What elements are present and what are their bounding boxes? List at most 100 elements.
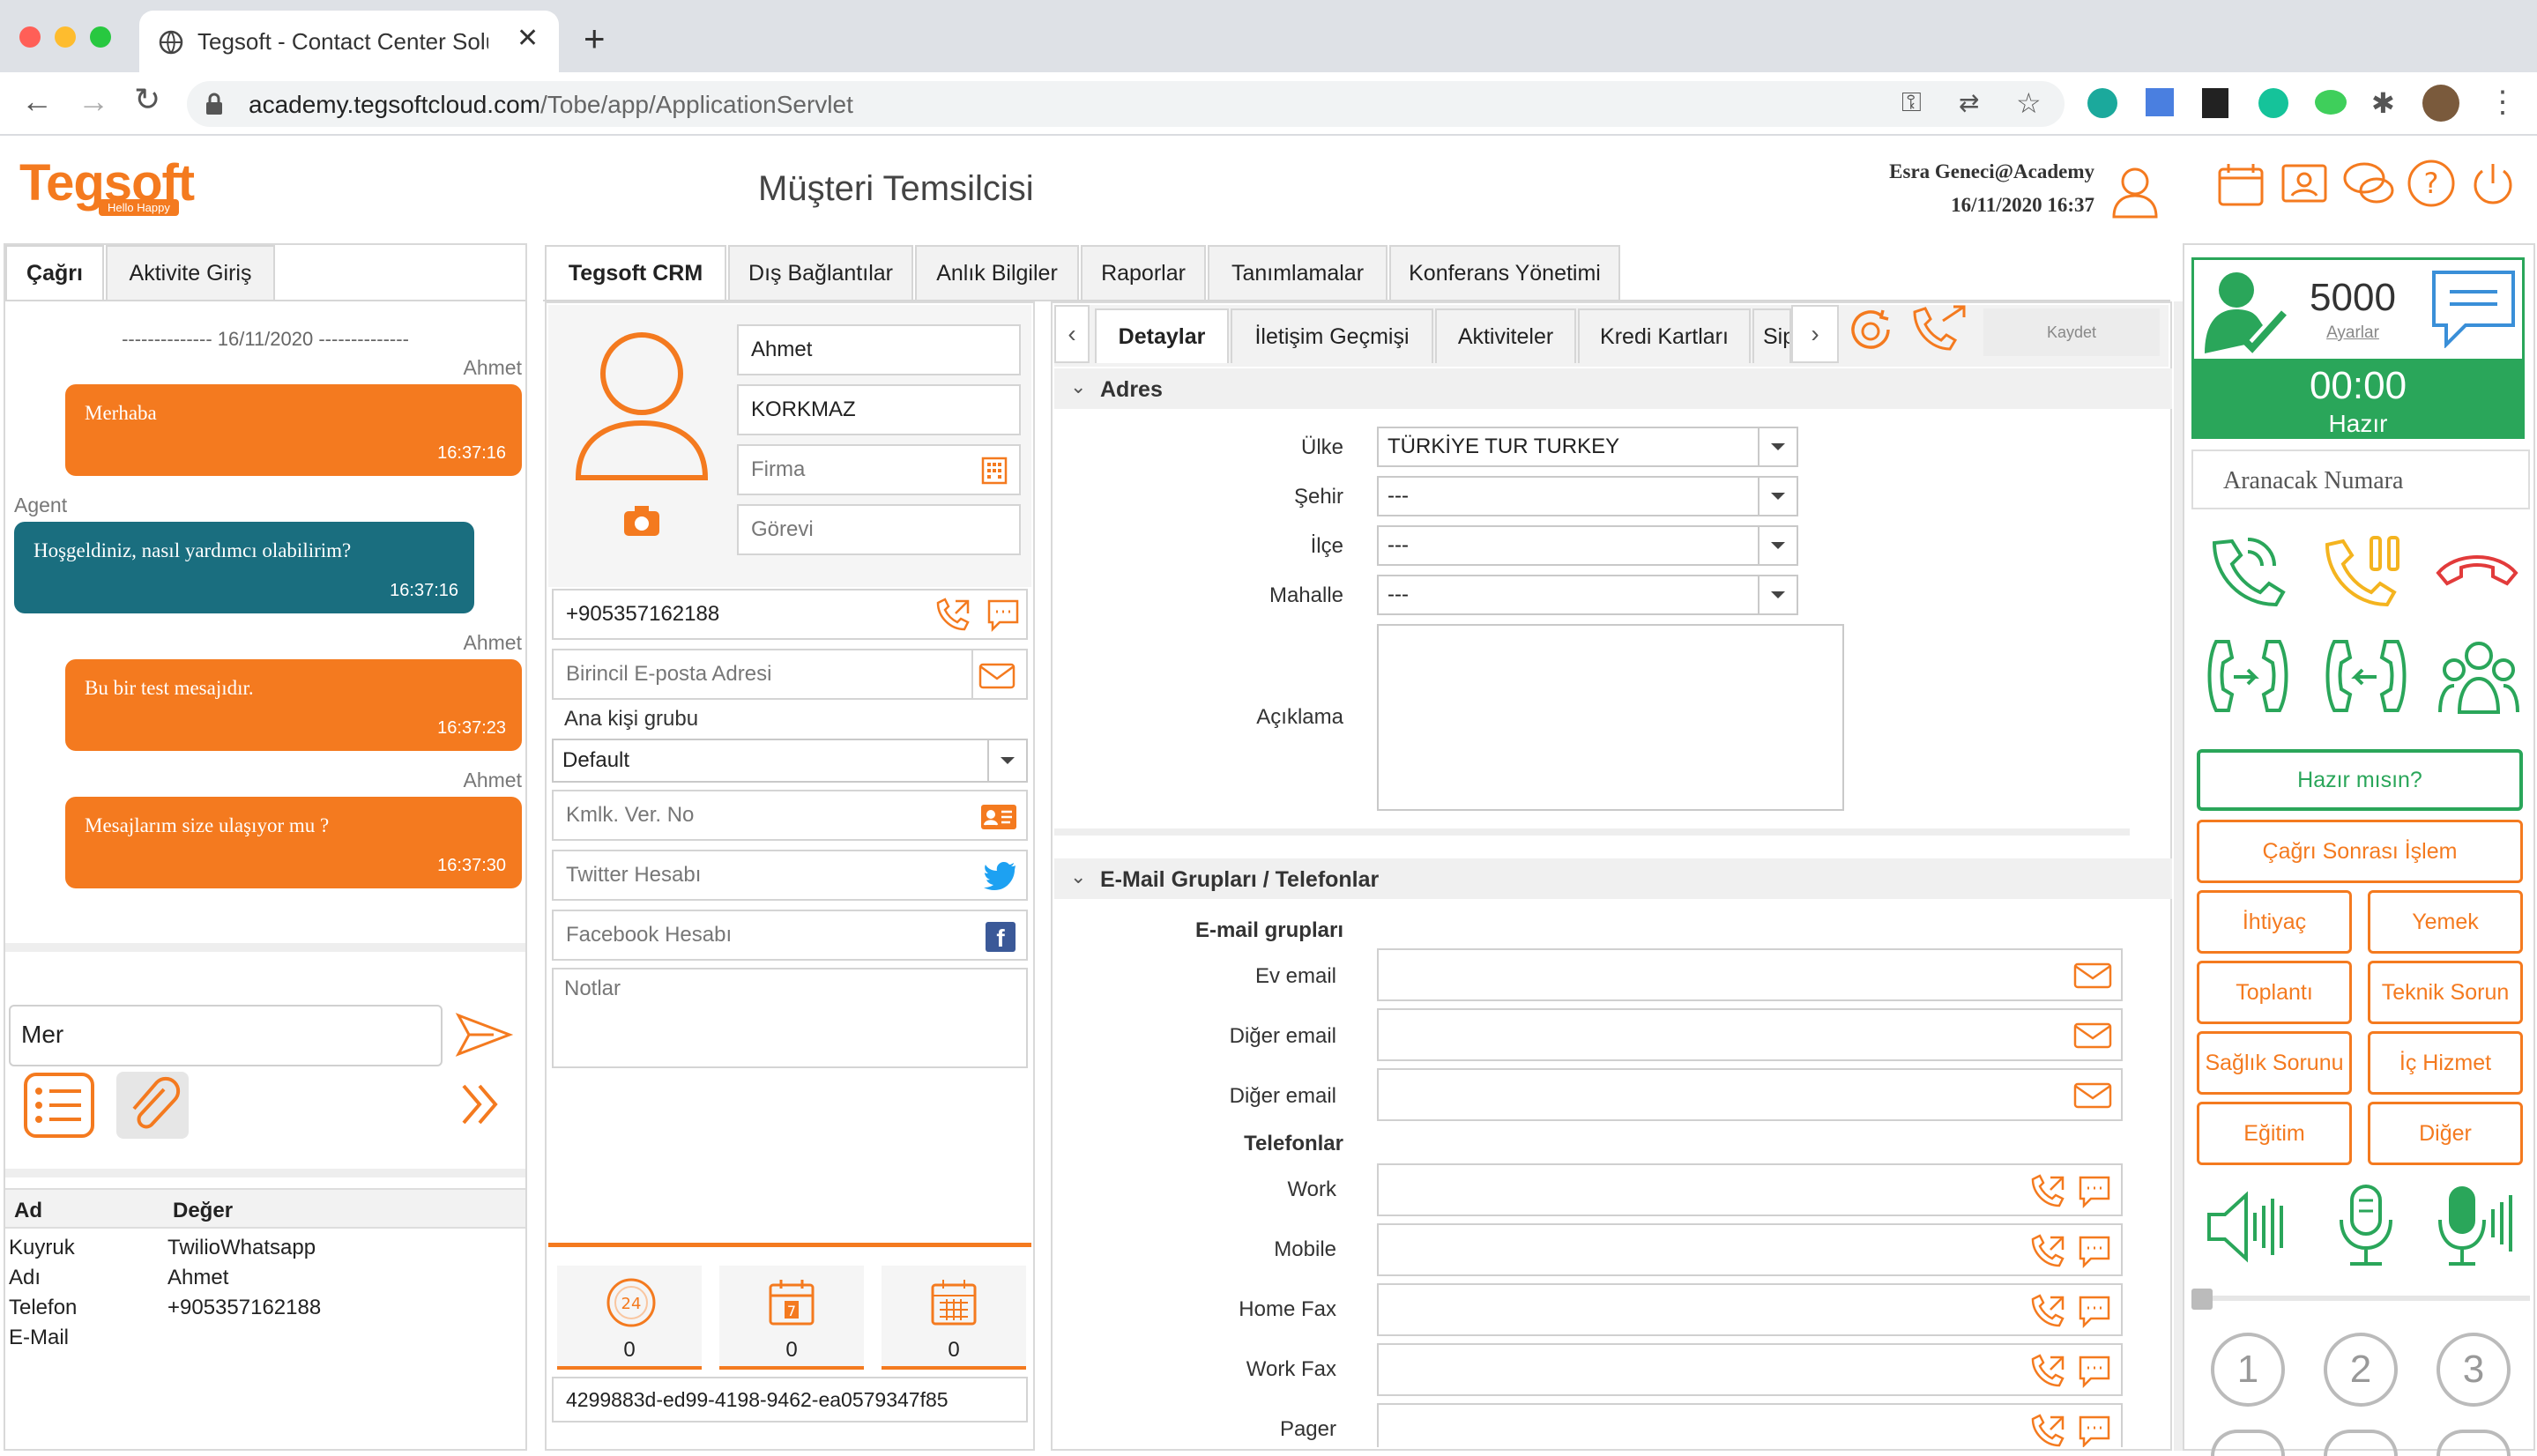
reload-icon[interactable]: ↻ (134, 81, 160, 118)
call-icon[interactable] (2027, 1414, 2066, 1447)
facebook-icon[interactable]: f (986, 922, 1016, 952)
counter-week[interactable]: 7 0 (719, 1266, 864, 1370)
url-bar[interactable]: academy.tegsoftcloud.com/Tobe/app/Applic… (187, 81, 2065, 127)
bookmark-star-icon[interactable]: ☆ (2016, 86, 2042, 120)
collapse-chevron-icon[interactable]: ⌄ (1070, 375, 1086, 398)
id-number-field[interactable]: Kmlk. Ver. No (552, 790, 1028, 841)
reason-diger-button[interactable]: Diğer (2368, 1102, 2523, 1165)
call-outgoing-icon[interactable] (1908, 303, 1969, 356)
facebook-field[interactable]: Facebook Hesabı f (552, 910, 1028, 961)
transfer-left-icon[interactable] (2204, 636, 2288, 716)
email-input[interactable] (1377, 1068, 2123, 1121)
address-section-header[interactable]: ⌄ Adres (1054, 368, 2172, 409)
key-icon[interactable]: ⚿ (1901, 88, 1922, 118)
person-avatar-icon[interactable] (573, 323, 711, 481)
power-icon[interactable] (2466, 157, 2519, 210)
maximize-window-button[interactable] (90, 26, 111, 48)
forward-icon[interactable]: → (78, 83, 109, 120)
refresh-icon[interactable] (1846, 307, 1899, 354)
counter-month[interactable]: 0 (882, 1266, 1026, 1370)
volume-slider-thumb[interactable] (2191, 1289, 2213, 1310)
phone-input[interactable] (1377, 1343, 2123, 1396)
tab-detaylar[interactable]: Detaylar (1095, 308, 1229, 363)
attachment-button[interactable] (116, 1072, 189, 1139)
tab-scroll-left-icon[interactable]: ‹ (1054, 305, 1090, 363)
double-chevron-icon[interactable] (458, 1081, 502, 1128)
email-section-header[interactable]: ⌄ E-Mail Grupları / Telefonlar (1054, 858, 2172, 899)
dial-number-input[interactable]: Aranacak Numara (2191, 449, 2530, 509)
reason-teknik-sorun-button[interactable]: Teknik Sorun (2368, 961, 2523, 1024)
extension-dark-icon[interactable] (2202, 88, 2228, 118)
tab-raporlar[interactable]: Raporlar (1081, 245, 1206, 300)
country-select[interactable]: TÜRKİYE TUR TURKEY (1377, 427, 1798, 467)
hangup-call-icon[interactable] (2433, 546, 2521, 589)
call-icon[interactable] (2027, 1354, 2066, 1389)
call-icon[interactable] (933, 598, 971, 633)
chat-bubbles-icon[interactable] (2341, 157, 2396, 210)
volume-slider[interactable] (2191, 1296, 2530, 1301)
extension-eye-icon[interactable] (2315, 90, 2347, 115)
resize-handle[interactable] (5, 943, 525, 952)
counter-24h[interactable]: 24 0 (557, 1266, 702, 1370)
tab-siparisler[interactable]: Sip (1752, 308, 1791, 363)
keypad-1[interactable]: 1 (2211, 1333, 2285, 1407)
chat-message-icon[interactable] (2430, 269, 2517, 348)
district-select[interactable]: --- (1377, 525, 1798, 566)
call-icon[interactable] (2027, 1174, 2066, 1209)
extension-translate-icon[interactable] (2146, 88, 2174, 116)
tab-cagri[interactable]: Çağrı (5, 245, 104, 300)
translate-icon[interactable]: ⇄ (1959, 88, 1979, 117)
call-icon[interactable] (2027, 1234, 2066, 1269)
position-field[interactable]: Görevi (737, 504, 1021, 555)
sms-icon[interactable] (2077, 1354, 2112, 1389)
tab-anlik-bilgiler[interactable]: Anlık Bilgiler (915, 245, 1079, 300)
keypad-2[interactable]: 2 (2324, 1333, 2398, 1407)
sms-icon[interactable] (2077, 1174, 2112, 1209)
chat-message-input[interactable]: Mer (9, 1005, 443, 1066)
reason-yemek-button[interactable]: Yemek (2368, 890, 2523, 954)
call-icon[interactable] (2027, 1294, 2066, 1329)
mail-icon[interactable] (2073, 1081, 2112, 1111)
mail-icon[interactable] (2073, 961, 2112, 991)
mail-icon[interactable] (978, 659, 1016, 691)
extensions-puzzle-icon[interactable]: ✱ (2371, 86, 2395, 120)
browser-tab[interactable]: Tegsoft - Contact Center Soluti ✕ (139, 11, 559, 72)
resize-handle[interactable] (5, 1169, 525, 1177)
phone-input[interactable] (1377, 1223, 2123, 1276)
phone-input[interactable] (1377, 1403, 2123, 1447)
minimize-window-button[interactable] (55, 26, 76, 48)
tab-tegsoft-crm[interactable]: Tegsoft CRM (545, 245, 726, 300)
sms-icon[interactable] (986, 598, 1021, 633)
extension-m-icon[interactable] (2087, 88, 2117, 118)
camera-icon[interactable] (622, 504, 661, 538)
profile-card-icon[interactable] (2278, 157, 2331, 210)
last-name-field[interactable]: KORKMAZ (737, 384, 1021, 435)
profile-avatar[interactable] (2422, 85, 2459, 122)
phone-input[interactable] (1377, 1283, 2123, 1336)
group-select[interactable]: Default (552, 739, 1028, 783)
email-field[interactable]: Birincil E-posta Adresi (552, 649, 1028, 700)
after-call-button[interactable]: Çağrı Sonrası İşlem (2197, 820, 2523, 883)
city-select[interactable]: --- (1377, 476, 1798, 516)
mail-icon[interactable] (2073, 1021, 2112, 1051)
answer-call-icon[interactable] (2204, 532, 2288, 613)
back-icon[interactable]: ← (21, 83, 53, 120)
browser-menu-icon[interactable]: ⋮ (2488, 85, 2518, 120)
notes-textarea[interactable]: Notlar (552, 968, 1028, 1068)
close-window-button[interactable] (19, 26, 41, 48)
microphone-level-icon[interactable] (2437, 1183, 2521, 1269)
sms-icon[interactable] (2077, 1234, 2112, 1269)
phone-field[interactable]: +905357162188 (552, 589, 1028, 640)
company-field[interactable]: Firma (737, 444, 1021, 495)
first-name-field[interactable]: Ahmet (737, 324, 1021, 375)
help-icon[interactable]: ? (2405, 157, 2458, 210)
send-icon[interactable] (453, 1010, 515, 1059)
tab-dis-baglantilar[interactable]: Dış Bağlantılar (728, 245, 913, 300)
email-input[interactable] (1377, 948, 2123, 1001)
reason-egitim-button[interactable]: Eğitim (2197, 1102, 2352, 1165)
sms-icon[interactable] (2077, 1414, 2112, 1447)
twitter-field[interactable]: Twitter Hesabı (552, 850, 1028, 901)
tab-tanimlamalar[interactable]: Tanımlamalar (1208, 245, 1388, 300)
tab-iletisim-gecmisi[interactable]: İletişim Geçmişi (1231, 308, 1433, 363)
tab-kredi-kartlari[interactable]: Kredi Kartları (1578, 308, 1751, 363)
